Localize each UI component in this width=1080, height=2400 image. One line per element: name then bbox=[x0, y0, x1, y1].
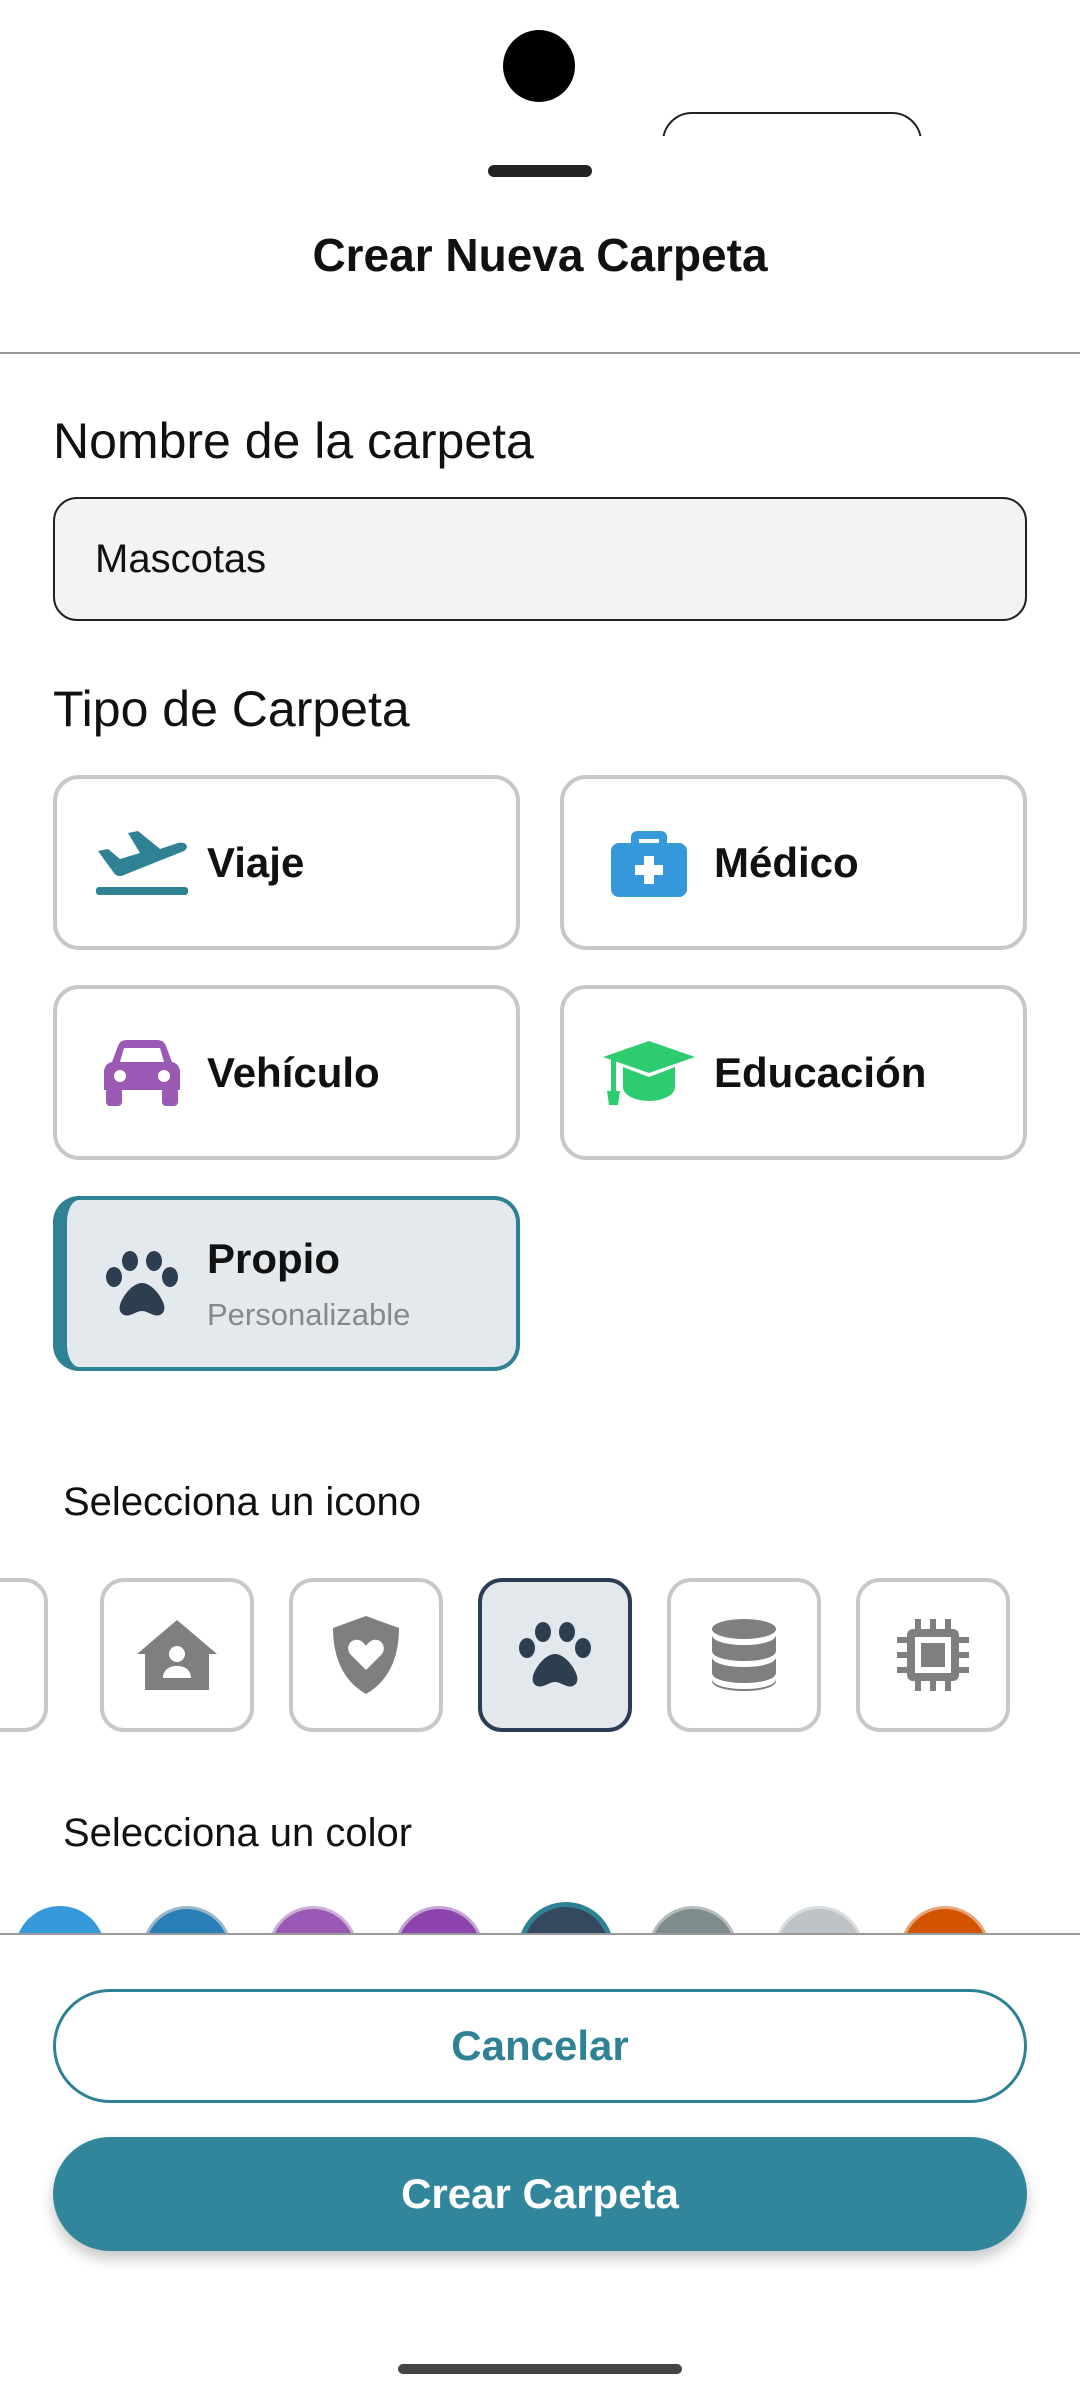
paw-icon bbox=[77, 1249, 207, 1319]
create-folder-button[interactable]: Crear Carpeta bbox=[53, 2137, 1027, 2251]
type-card-viaje[interactable]: Viaje bbox=[53, 775, 520, 950]
icon-tile-partial[interactable] bbox=[0, 1578, 48, 1732]
icon-section-label: Selecciona un icono bbox=[63, 1480, 422, 1524]
icon-tile-database[interactable] bbox=[667, 1578, 821, 1732]
screen: Crear Nueva Carpeta Nombre de la carpeta… bbox=[0, 0, 1080, 2400]
car-icon bbox=[77, 1038, 207, 1108]
header-divider bbox=[0, 352, 1080, 354]
folder-name-value: Mascotas bbox=[95, 536, 267, 581]
home-indicator[interactable] bbox=[398, 2364, 682, 2374]
type-card-educacion[interactable]: Educación bbox=[560, 985, 1027, 1160]
action-panel-divider bbox=[0, 1933, 1080, 1935]
home-user-icon bbox=[137, 1620, 217, 1690]
type-label-medico: Médico bbox=[714, 838, 859, 886]
icon-tile-paw[interactable] bbox=[478, 1578, 632, 1732]
type-label-viaje: Viaje bbox=[207, 838, 305, 886]
type-label-vehiculo: Vehículo bbox=[207, 1048, 380, 1096]
front-camera bbox=[503, 30, 575, 102]
icon-tile-shield-heart[interactable] bbox=[289, 1578, 443, 1732]
background-pill bbox=[662, 112, 922, 136]
sheet-drag-handle[interactable] bbox=[488, 165, 592, 177]
type-sublabel-propio: Personalizable bbox=[207, 1296, 411, 1332]
medkit-icon bbox=[584, 827, 714, 899]
type-card-propio[interactable]: Propio Personalizable bbox=[53, 1196, 520, 1371]
cancel-button[interactable]: Cancelar bbox=[53, 1989, 1027, 2103]
folder-name-input[interactable]: Mascotas bbox=[53, 497, 1027, 621]
type-label-propio: Propio bbox=[207, 1234, 340, 1282]
chip-icon bbox=[897, 1619, 969, 1691]
sheet-title: Crear Nueva Carpeta bbox=[312, 229, 768, 281]
graduation-cap-icon bbox=[584, 1037, 714, 1109]
color-section-label: Selecciona un color bbox=[63, 1811, 413, 1855]
plane-icon bbox=[77, 827, 207, 899]
shield-heart-icon bbox=[333, 1616, 399, 1694]
database-icon bbox=[712, 1619, 776, 1691]
type-card-medico[interactable]: Médico bbox=[560, 775, 1027, 950]
type-card-vehiculo[interactable]: Vehículo bbox=[53, 985, 520, 1160]
type-label: Tipo de Carpeta bbox=[53, 681, 410, 737]
type-text-propio: Propio Personalizable bbox=[207, 1235, 410, 1333]
icon-tile-home-user[interactable] bbox=[100, 1578, 254, 1732]
icon-tile-chip[interactable] bbox=[856, 1578, 1010, 1732]
name-label: Nombre de la carpeta bbox=[53, 413, 534, 469]
paw-icon bbox=[519, 1622, 591, 1687]
type-label-educacion: Educación bbox=[714, 1048, 927, 1096]
